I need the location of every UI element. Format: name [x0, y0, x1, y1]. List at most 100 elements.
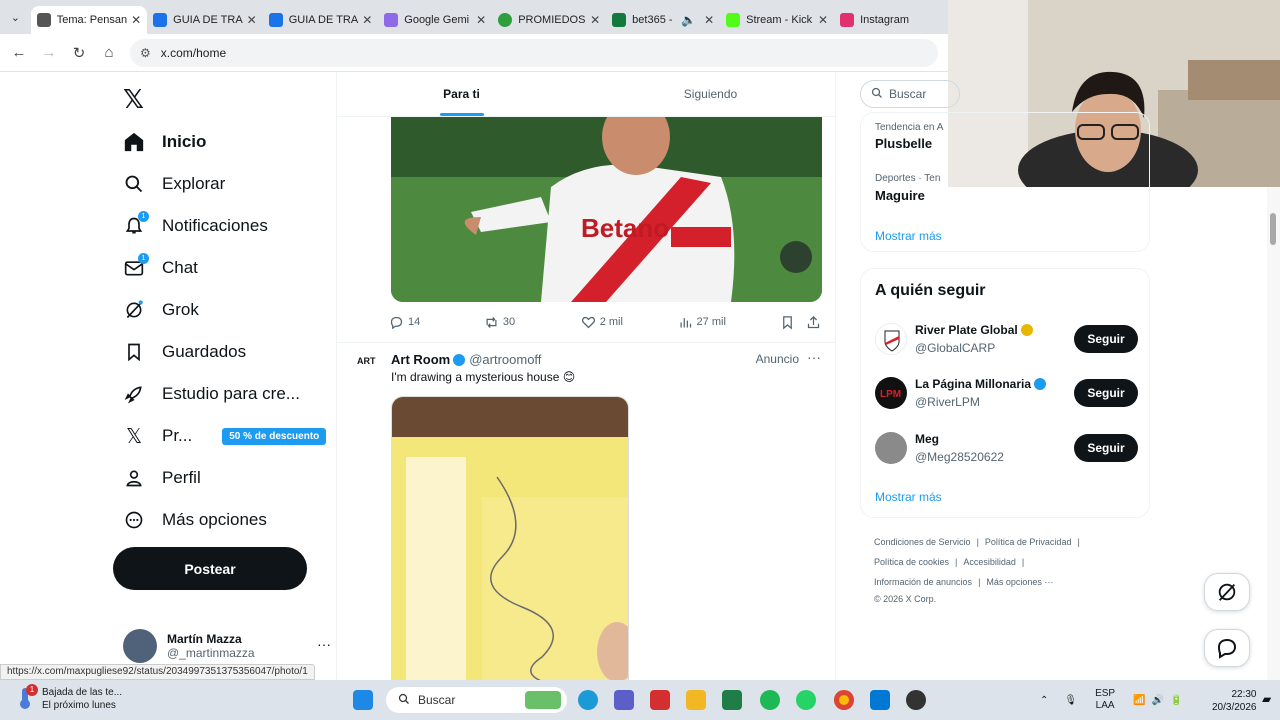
close-icon[interactable]: ✕ — [704, 13, 714, 27]
nav-item-grok[interactable]: Grok — [123, 295, 199, 325]
forward-icon[interactable]: → — [34, 44, 64, 61]
follow-button[interactable]: Seguir — [1074, 379, 1138, 407]
follow-suggestion[interactable]: River Plate Global @GlobalCARP Seguir — [875, 320, 1140, 360]
close-icon[interactable]: ✕ — [476, 13, 486, 27]
tab-search-chevron-icon[interactable]: ⌄ — [0, 0, 31, 34]
tweet-image[interactable]: Betano — [391, 117, 822, 302]
avatar[interactable]: ART — [357, 357, 377, 385]
nav-item-perfil[interactable]: Perfil — [123, 463, 201, 493]
scrollbar-thumb[interactable] — [1270, 213, 1276, 245]
whatsapp-icon[interactable] — [796, 690, 816, 710]
views-button[interactable]: 27 mil — [678, 315, 781, 330]
close-icon[interactable]: ✕ — [247, 13, 257, 27]
language-indicator[interactable]: ESP LAA — [1095, 688, 1115, 712]
account-switcher[interactable]: Martín Mazza @_martinmazza ··· — [123, 626, 331, 666]
acrobat-icon[interactable] — [650, 690, 670, 710]
nav-item-estudio[interactable]: Estudio para cre... — [123, 379, 300, 409]
more-dots-icon[interactable]: ··· — [317, 636, 331, 652]
nav-item-mas-opciones[interactable]: Más opciones — [123, 505, 267, 535]
footer-link[interactable]: Información de anuncios — [874, 577, 972, 587]
tab-siguiendo[interactable]: Siguiendo — [586, 72, 835, 116]
follow-suggestion[interactable]: Meg @Meg28520622 Seguir — [875, 429, 1140, 469]
footer-link[interactable]: Accesibilidad — [963, 557, 1016, 567]
tweet-video[interactable] — [391, 396, 629, 680]
chevron-up-icon[interactable]: ⌃ — [1040, 695, 1048, 706]
browser-tab[interactable]: GUIA DE TRA ✕ — [147, 6, 263, 34]
x-logo-icon[interactable]: 𝕏 — [123, 84, 144, 115]
tab-para-ti[interactable]: Para ti — [337, 72, 586, 116]
chrome-icon[interactable] — [834, 690, 854, 710]
edge-icon[interactable] — [578, 690, 598, 710]
bookmark-button[interactable] — [780, 315, 806, 330]
home-browser-icon[interactable]: ⌂ — [94, 44, 124, 61]
trend-name[interactable]: Plusbelle — [875, 136, 932, 151]
reload-icon[interactable]: ↻ — [64, 44, 94, 62]
author-handle[interactable]: @artroomoff — [469, 352, 541, 367]
share-button[interactable] — [806, 315, 825, 330]
footer-links: Política de cookies | Accesibilidad | — [874, 557, 1025, 567]
speaker-icon[interactable]: 🔈 — [681, 13, 696, 27]
vscode-icon[interactable] — [870, 690, 890, 710]
weather-widget[interactable]: 1 Bajada de las te... El próximo lunes — [16, 684, 122, 712]
nav-item-explorar[interactable]: Explorar — [123, 169, 225, 199]
site-info-icon[interactable]: ⚙ — [140, 46, 151, 60]
url-input[interactable]: ⚙ x.com/home — [130, 38, 938, 67]
browser-tab[interactable]: Stream - Kick ✕ — [720, 6, 834, 34]
timeline-tabs: Para ti Siguiendo — [337, 72, 835, 117]
nav-item-guardados[interactable]: Guardados — [123, 337, 246, 367]
follow-button[interactable]: Seguir — [1074, 325, 1138, 353]
folder-icon[interactable] — [686, 690, 706, 710]
notification-icon[interactable]: ▰ — [1262, 692, 1271, 706]
tab-favicon-icon — [268, 13, 283, 27]
volume-icon[interactable]: 🔊 — [1152, 695, 1164, 706]
wifi-icon[interactable]: 📶 — [1133, 695, 1145, 706]
app-icon[interactable] — [906, 690, 926, 710]
messages-fab-button[interactable] — [1204, 629, 1250, 667]
browser-tab[interactable]: Google Gemi ✕ — [378, 6, 492, 34]
nav-item-chat[interactable]: 1 Chat — [123, 253, 198, 283]
footer-link[interactable]: Política de Privacidad — [985, 537, 1072, 547]
spotify-icon[interactable] — [760, 690, 780, 710]
footer-link[interactable]: Condiciones de Servicio — [874, 537, 971, 547]
grok-fab-button[interactable] — [1204, 573, 1250, 611]
browser-tab[interactable]: GUIA DE TRA ✕ — [263, 6, 379, 34]
bookmark-icon — [123, 341, 145, 363]
clock[interactable]: 22:30 20/3/2026 — [1212, 688, 1257, 714]
microphone-icon[interactable]: 🎙 — [1064, 695, 1077, 706]
follow-handle: @Meg28520622 — [915, 450, 1004, 464]
timeline: Para ti Siguiendo Betano 14 30 2 mil 27 … — [336, 72, 836, 680]
show-more-link[interactable]: Mostrar más — [875, 490, 942, 504]
browser-tab[interactable]: bet365 - 🔈 ✕ — [606, 6, 720, 34]
browser-tab[interactable]: Tema: Pensan ✕ — [30, 6, 148, 34]
teams-icon[interactable] — [614, 690, 634, 710]
show-more-link[interactable]: Mostrar más — [875, 229, 942, 243]
close-icon[interactable]: ✕ — [590, 13, 600, 27]
search-input[interactable]: Buscar — [860, 80, 960, 108]
nav-label: Perfil — [162, 468, 201, 487]
nav-item-notificaciones[interactable]: 1 Notificaciones — [123, 211, 268, 241]
close-icon[interactable]: ✕ — [818, 13, 828, 27]
browser-tab[interactable]: PROMIEDOS ✕ — [492, 6, 606, 34]
excel-icon[interactable] — [722, 690, 742, 710]
close-icon[interactable]: ✕ — [362, 13, 372, 27]
start-icon[interactable] — [353, 690, 373, 710]
browser-tab[interactable]: Instagram — [834, 6, 948, 34]
follow-suggestion[interactable]: LPM La Página Millonaria @RiverLPM Segui… — [875, 374, 1140, 414]
taskbar-search[interactable]: Buscar — [386, 687, 567, 713]
nav-item-premium[interactable]: 𝕏 Pr... 50 % de descuento — [123, 421, 327, 451]
repost-button[interactable]: 30 — [484, 315, 581, 330]
author-name[interactable]: Art Room — [391, 352, 450, 367]
nav-item-inicio[interactable]: Inicio — [123, 127, 206, 157]
back-icon[interactable]: ← — [4, 44, 34, 61]
post-button[interactable]: Postear — [113, 547, 307, 590]
trend-name[interactable]: Maguire — [875, 188, 925, 203]
follow-button[interactable]: Seguir — [1074, 434, 1138, 462]
reply-button[interactable]: 14 — [389, 315, 484, 330]
like-button[interactable]: 2 mil — [581, 315, 678, 330]
footer-link[interactable]: Más opciones ··· — [986, 577, 1053, 587]
footer-link[interactable]: Política de cookies — [874, 557, 949, 567]
more-dots-icon[interactable]: ··· — [807, 349, 821, 365]
battery-icon[interactable]: 🔋 — [1170, 695, 1182, 706]
close-icon[interactable]: ✕ — [131, 13, 141, 27]
page-scrollbar[interactable] — [1267, 187, 1280, 680]
